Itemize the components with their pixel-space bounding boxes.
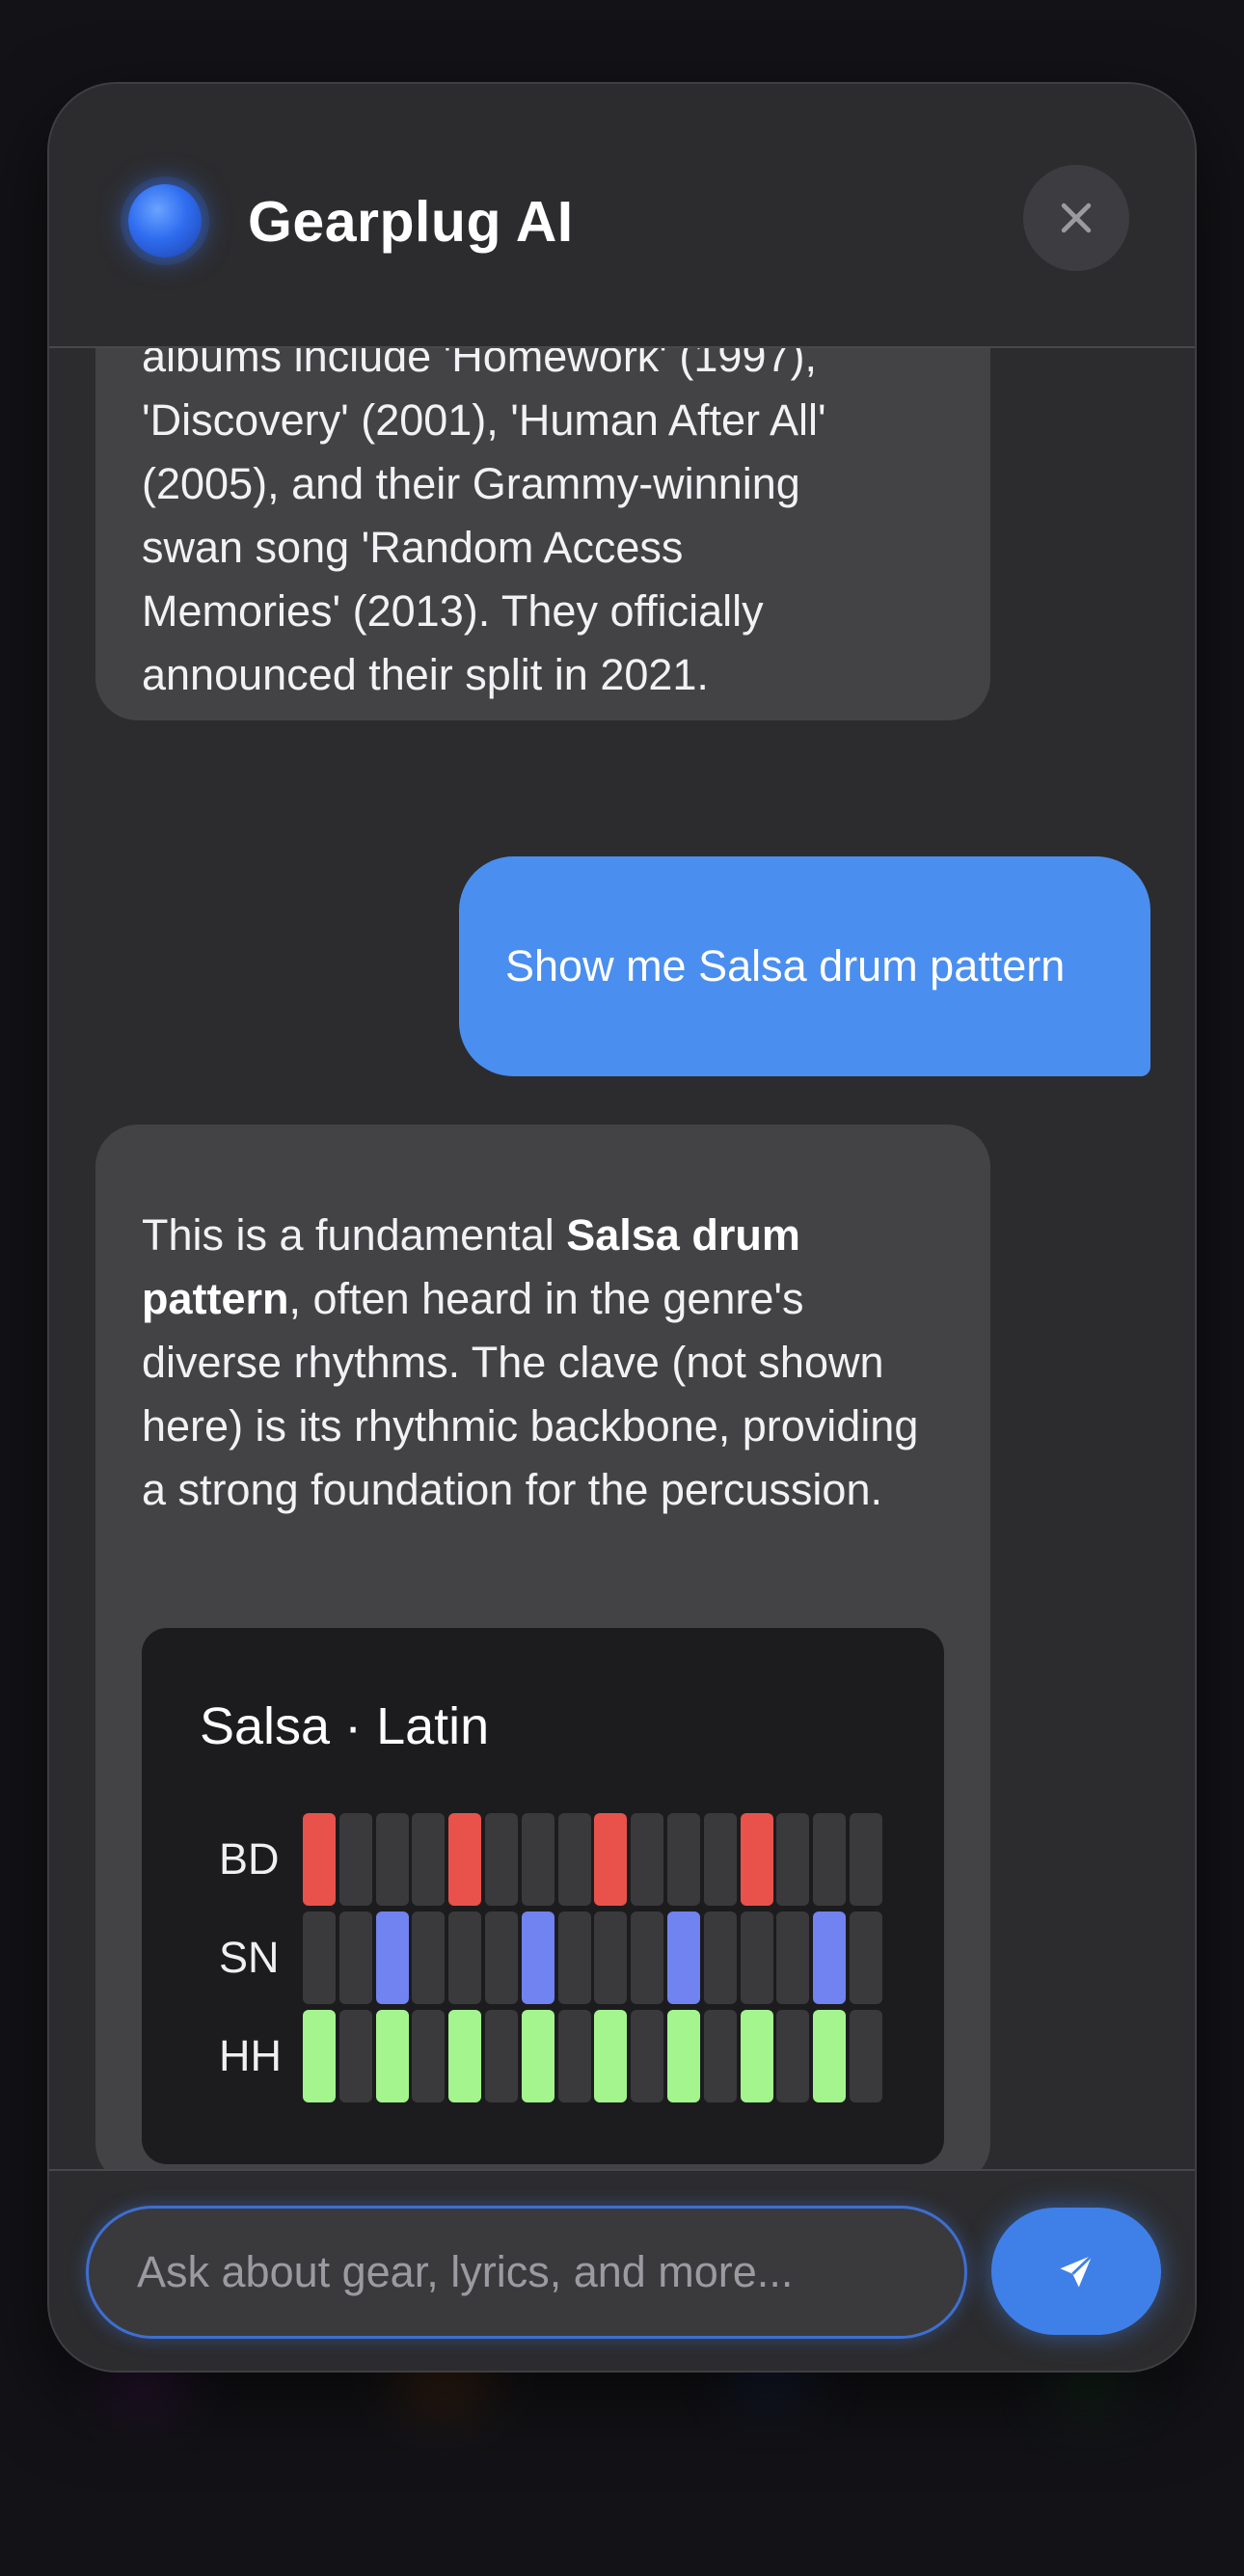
drum-step[interactable] [521,1813,554,1906]
drum-step[interactable] [703,1912,737,2004]
drum-row-label: HH [219,2031,282,2080]
drum-step[interactable] [813,1813,847,1906]
chat-header: Gearplug AI [49,84,1195,348]
drum-step[interactable] [338,1813,372,1906]
composer [49,2169,1195,2371]
message-text: This is a fundamental Salsa drum pattern… [142,1204,944,1522]
drum-step[interactable] [448,1912,482,2004]
drum-step-active[interactable] [448,2010,482,2102]
drum-step-active[interactable] [303,2010,336,2102]
drum-step-active[interactable] [303,1813,336,1906]
drum-step-active[interactable] [740,2010,773,2102]
assistant-orb-icon [128,184,202,258]
drum-row-label: BD [219,1834,280,1884]
drum-step[interactable] [776,1813,810,1906]
drum-step[interactable] [667,1813,700,1906]
drum-row-sn: SN [142,1912,944,2004]
chat-input[interactable] [86,2206,967,2339]
close-icon [1061,203,1092,233]
assistant-message: albums include 'Homework' (1997), 'Disco… [95,348,990,720]
drum-step[interactable] [740,1912,773,2004]
assistant-message: This is a fundamental Salsa drum pattern… [95,1125,990,2185]
drum-step[interactable] [557,1912,591,2004]
drum-row-label: SN [219,1933,280,1982]
drum-pattern-card: Salsa · Latin BD SN HH [142,1628,944,2164]
drum-step-active[interactable] [521,2010,554,2102]
drum-step[interactable] [703,1813,737,1906]
drum-step[interactable] [412,2010,446,2102]
drum-pattern-title: Salsa · Latin [200,1697,490,1755]
drum-step[interactable] [850,1813,882,1906]
drum-step-active[interactable] [813,1912,847,2004]
drum-step-active[interactable] [521,1912,554,2004]
drum-row-hh: HH [142,2010,944,2102]
drum-step[interactable] [631,1912,664,2004]
chat-panel: Gearplug AI albums include 'Homework' (1… [47,82,1197,2373]
message-line: announced their split in 2021. [142,650,709,699]
message-line: 'Discovery' (2001), 'Human After All' [142,395,826,445]
drum-step[interactable] [557,1813,591,1906]
close-button[interactable] [1023,165,1129,271]
message-list[interactable]: albums include 'Homework' (1997), 'Disco… [49,348,1195,2252]
send-icon [1060,2254,1094,2288]
message-line: swan song 'Random Access [142,523,684,572]
drum-step[interactable] [412,1813,446,1906]
drum-step[interactable] [631,1813,664,1906]
drum-step[interactable] [338,2010,372,2102]
drum-step[interactable] [412,1912,446,2004]
drum-step[interactable] [557,2010,591,2102]
drum-step[interactable] [850,2010,882,2102]
drum-step-active[interactable] [594,2010,628,2102]
drum-step[interactable] [850,1912,882,2004]
drum-step-active[interactable] [667,1912,700,2004]
drum-step-active[interactable] [375,1912,409,2004]
user-message: Show me Salsa drum pattern [459,856,1150,1076]
drum-step[interactable] [485,1813,518,1906]
drum-step[interactable] [303,1912,336,2004]
drum-step[interactable] [776,1912,810,2004]
drum-step-active[interactable] [375,2010,409,2102]
message-line: Memories' (2013). They officially [142,586,764,636]
drum-row-bd: BD [142,1813,944,1906]
drum-step[interactable] [594,1912,628,2004]
drum-step-active[interactable] [813,2010,847,2102]
message-line: (2005), and their Grammy-winning [142,459,800,508]
chat-title: Gearplug AI [248,190,574,254]
drum-step-active[interactable] [594,1813,628,1906]
drum-step[interactable] [703,2010,737,2102]
drum-step[interactable] [338,1912,372,2004]
drum-step-active[interactable] [740,1813,773,1906]
message-line: albums include 'Homework' (1997), [142,348,817,381]
send-button[interactable] [991,2208,1161,2335]
message-text-part: This is a fundamental [142,1210,567,1260]
drum-step[interactable] [776,2010,810,2102]
drum-step-active[interactable] [448,1813,482,1906]
drum-step[interactable] [485,2010,518,2102]
drum-step[interactable] [375,1813,409,1906]
drum-step-active[interactable] [667,2010,700,2102]
drum-step[interactable] [631,2010,664,2102]
drum-step[interactable] [485,1912,518,2004]
